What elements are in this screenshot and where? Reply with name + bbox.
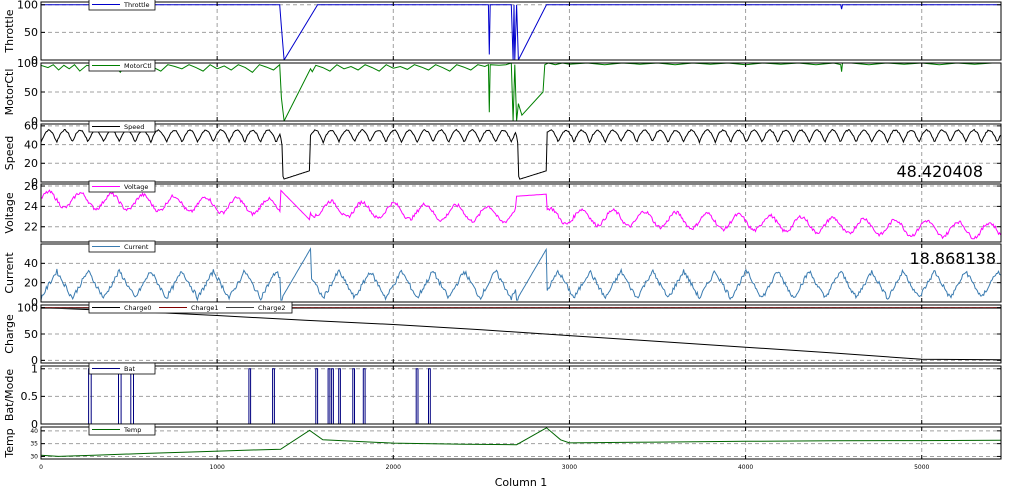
- legend: Charge0 Charge1 Charge2: [88, 301, 293, 314]
- y-axis-label: Bat/Mode: [3, 369, 16, 422]
- panel-4: 22 24 26 Voltage Voltage: [3, 180, 1002, 243]
- chart-panels: 050100ThrottleThrottle050100MotorCtlMoto…: [3, 0, 1002, 461]
- legend: MotorCtl: [88, 59, 156, 72]
- y-tick-label: 40: [24, 257, 38, 270]
- panel-2: 050100MotorCtlMotorCtl: [3, 57, 1002, 128]
- legend-entry: Bat: [124, 365, 135, 373]
- y-axis-label: Temp: [3, 428, 16, 458]
- y-axis-label: Speed: [3, 136, 16, 170]
- y-axis-label: Charge: [3, 314, 16, 354]
- legend: Speed: [88, 120, 156, 133]
- y-tick-label: 100: [17, 301, 38, 314]
- x-tick-label: 0: [39, 464, 43, 471]
- y-tick-label: 50: [24, 86, 38, 99]
- panel-frame: [40, 183, 1002, 243]
- x-tick-label: 2000: [386, 464, 401, 471]
- panel-8: 30 35 40 Temp Temp: [3, 423, 1002, 461]
- panel-5: 02040CurrentCurrent18.868138: [3, 240, 1002, 309]
- y-tick-label: 22: [24, 221, 38, 234]
- panel-1: 050100ThrottleThrottle: [3, 0, 1002, 67]
- legend-entry: Charge0: [124, 304, 151, 312]
- y-tick-label: 1: [31, 363, 38, 376]
- y-tick-label: 24: [24, 200, 38, 213]
- legend-entry: Speed: [124, 123, 144, 131]
- y-tick-label: 30: [30, 454, 38, 461]
- legend: Current: [88, 240, 156, 253]
- y-tick-label: 100: [17, 0, 38, 12]
- panel-frame: [40, 426, 1002, 460]
- y-tick-label: 26: [24, 180, 38, 193]
- series-line-speed: [41, 128, 1001, 180]
- legend-entry: Charge2: [258, 304, 285, 312]
- legend-entry: Charge1: [191, 304, 218, 312]
- legend: Bat: [88, 362, 156, 375]
- value-readout: 18.868138: [909, 249, 996, 268]
- panel-frame: [40, 1, 1002, 61]
- panel-frame: [40, 365, 1002, 425]
- legend: Voltage: [88, 180, 156, 193]
- y-axis-label: Voltage: [3, 192, 16, 233]
- legend-entry: Voltage: [124, 183, 148, 191]
- stacked-telemetry-chart: 050100ThrottleThrottle050100MotorCtlMoto…: [3, 0, 1002, 489]
- legend-entry: Temp: [123, 426, 141, 434]
- x-tick-label: 3000: [562, 464, 577, 471]
- panel-3: 0204060SpeedSpeed48.420408: [3, 120, 1002, 189]
- y-axis-label: Current: [3, 252, 16, 294]
- y-tick-label: 0.5: [21, 390, 39, 403]
- y-tick-label: 50: [24, 328, 38, 341]
- y-axis-label: MotorCtl: [3, 69, 16, 116]
- y-tick-label: 40: [30, 428, 38, 435]
- y-tick-label: 60: [24, 120, 38, 133]
- legend-entry: Throttle: [123, 1, 150, 9]
- panel-6: 050100ChargeCharge0 Charge1 Charge2: [3, 301, 1002, 367]
- legend: Throttle: [88, 0, 156, 11]
- y-tick-label: 20: [24, 277, 38, 290]
- series-line-current: [41, 247, 1001, 302]
- y-tick-label: 50: [24, 26, 38, 39]
- y-tick-label: 20: [24, 157, 38, 170]
- x-tick-label: 5000: [914, 464, 929, 471]
- series-line-temp: [41, 427, 1001, 457]
- legend-entry: Current: [124, 243, 149, 251]
- panel-frame: [40, 123, 1002, 183]
- legend: Temp: [88, 423, 156, 436]
- x-axis: 0 1000 2000 3000 4000 5000: [39, 464, 929, 471]
- x-tick-label: 1000: [210, 464, 225, 471]
- y-tick-label: 40: [24, 138, 38, 151]
- series-line-voltage: [41, 189, 1001, 240]
- panel-7: 00.51Bat/Mode Bat: [3, 362, 1002, 431]
- legend-entry: MotorCtl: [124, 62, 152, 70]
- y-tick-label: 35: [30, 441, 38, 448]
- value-readout: 48.420408: [896, 162, 983, 181]
- y-axis-label: Throttle: [3, 9, 16, 53]
- y-tick-label: 100: [17, 57, 38, 70]
- x-axis-label: Column 1: [495, 476, 548, 489]
- x-tick-label: 4000: [738, 464, 753, 471]
